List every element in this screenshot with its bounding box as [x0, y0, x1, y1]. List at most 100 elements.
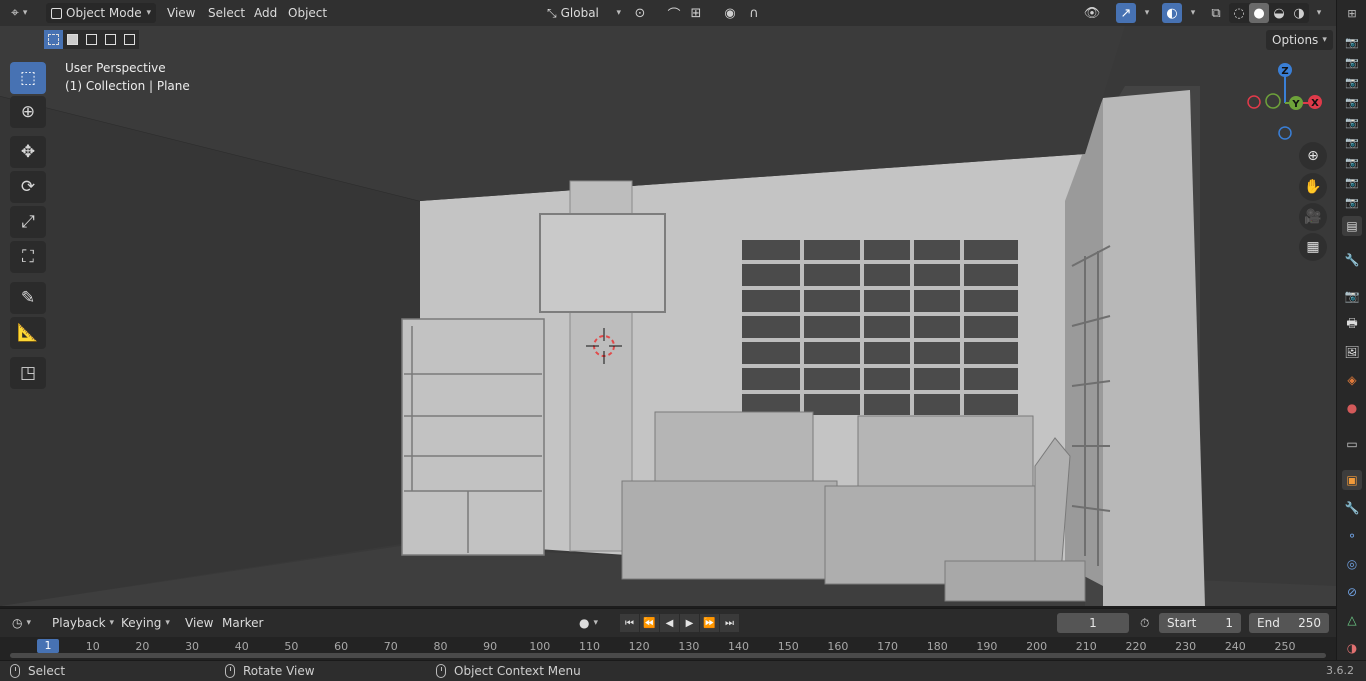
tool-properties-icon[interactable]: 🔧: [1342, 250, 1362, 270]
play-reverse-button[interactable]: ◀: [660, 614, 679, 632]
annotate-tool[interactable]: ✎: [10, 282, 46, 314]
timeline-ruler[interactable]: 1 10 20 30 40 50 60 70 80 90 100 110 120 130 140 150 160…: [0, 637, 1336, 661]
ruler-tick-label: 10: [85, 640, 100, 653]
menu-view[interactable]: View: [162, 3, 200, 23]
ruler-tick-label: 50: [284, 640, 299, 653]
outliner-filter-icon[interactable]: ⊞: [1344, 5, 1360, 21]
menu-object[interactable]: Object: [283, 3, 332, 23]
camera-restrict-icon[interactable]: 📷: [1344, 74, 1360, 90]
proportional-edit-icon[interactable]: ◉: [720, 3, 740, 23]
collection-label: (1) Collection | Plane: [65, 79, 190, 93]
jump-end-button[interactable]: ⏭: [720, 614, 739, 632]
menu-select[interactable]: Select: [203, 3, 250, 23]
editor-type-button[interactable]: ⌖ ▾: [6, 3, 32, 23]
menu-add[interactable]: Add: [249, 3, 282, 23]
ruler-tick-label: 80: [433, 640, 448, 653]
jump-keyframe-forward-button[interactable]: ⏩: [700, 614, 719, 632]
current-frame-field[interactable]: 1: [1057, 613, 1129, 633]
ruler-tick-label: 40: [234, 640, 249, 653]
gizmo-toggle-icon[interactable]: ↗: [1116, 3, 1136, 23]
constraints-icon[interactable]: ⊘: [1342, 582, 1362, 602]
render-properties-icon[interactable]: 📷: [1342, 286, 1362, 306]
x-axis-label: X: [1311, 98, 1319, 109]
camera-restrict-icon[interactable]: 📷: [1344, 94, 1360, 110]
select-intersect-icon[interactable]: [120, 30, 139, 49]
snap-toggle-icon[interactable]: ⌒: [664, 3, 684, 23]
jump-keyframe-back-button[interactable]: ⏪: [640, 614, 659, 632]
status-rotate-label: Rotate View: [243, 664, 315, 678]
data-properties-icon[interactable]: △: [1342, 610, 1362, 630]
add-cube-tool[interactable]: ◳: [10, 357, 46, 389]
overlays-toggle-icon[interactable]: ◐: [1162, 3, 1182, 23]
select-subtract-icon[interactable]: [82, 30, 101, 49]
camera-restrict-icon[interactable]: 📷: [1344, 54, 1360, 70]
collection-properties-icon[interactable]: ▭: [1342, 434, 1362, 454]
camera-restrict-icon[interactable]: 📷: [1344, 154, 1360, 170]
rotate-tool[interactable]: ⟳: [10, 171, 46, 203]
wireframe-shading-icon[interactable]: ◌: [1229, 3, 1249, 23]
select-box-icon: ⬚: [19, 68, 37, 88]
scale-tool[interactable]: ⤢: [10, 206, 46, 238]
snap-target-icon[interactable]: ⊞: [686, 3, 706, 23]
select-extend-icon[interactable]: [63, 30, 82, 49]
version-label: 3.6.2: [1326, 664, 1354, 677]
gizmo-options-icon[interactable]: ▾: [1137, 3, 1157, 23]
measure-tool[interactable]: 📐: [10, 317, 46, 349]
particles-icon[interactable]: ⚬: [1342, 526, 1362, 546]
auto-key-toggle[interactable]: ● ▾: [575, 613, 602, 633]
record-icon: ●: [579, 616, 590, 630]
material-shading-icon[interactable]: ◒: [1269, 3, 1289, 23]
material-properties-icon[interactable]: ◑: [1342, 638, 1362, 658]
zoom-button[interactable]: ⊕: [1299, 142, 1327, 170]
properties-editor-icon[interactable]: ▤: [1342, 216, 1362, 236]
mode-dropdown[interactable]: Object Mode ▾: [46, 3, 156, 23]
navigation-gizmo[interactable]: Z X Y: [1240, 58, 1330, 148]
transform-tool[interactable]: ⛶: [10, 241, 46, 273]
camera-view-button[interactable]: 🎥: [1299, 203, 1327, 231]
keying-menu[interactable]: Keying ▾: [117, 613, 174, 633]
xray-toggle-icon[interactable]: ⧉: [1206, 3, 1226, 23]
marker-menu[interactable]: Marker: [218, 613, 267, 633]
physics-icon[interactable]: ◎: [1342, 554, 1362, 574]
cursor-tool[interactable]: ⊕: [10, 96, 46, 128]
view-layer-icon[interactable]: 🖼: [1342, 342, 1362, 362]
solid-shading-icon[interactable]: ●: [1249, 3, 1269, 23]
start-frame-field[interactable]: Start 1: [1159, 613, 1241, 633]
orientation-dropdown[interactable]: ⤡ Global ▾: [542, 3, 626, 23]
modifier-properties-icon[interactable]: 🔧: [1342, 498, 1362, 518]
ortho-toggle-button[interactable]: ▦: [1299, 233, 1327, 261]
playback-menu[interactable]: Playback ▾: [48, 613, 118, 633]
select-box-tool[interactable]: ⬚: [10, 62, 46, 94]
end-frame-field[interactable]: End 250: [1249, 613, 1329, 633]
shading-options-icon[interactable]: ▾: [1309, 3, 1329, 23]
output-properties-icon[interactable]: 🖶: [1342, 314, 1362, 334]
world-properties-icon[interactable]: ●: [1342, 398, 1362, 418]
scale-icon: ⤢: [21, 212, 35, 232]
pan-button[interactable]: ✋: [1299, 173, 1327, 201]
jump-start-button[interactable]: ⏮: [620, 614, 639, 632]
3d-viewport[interactable]: User Perspective (1) Collection | Plane …: [0, 26, 1336, 606]
object-properties-icon[interactable]: ▣: [1342, 470, 1362, 490]
camera-restrict-icon[interactable]: 📷: [1344, 194, 1360, 210]
timeline-editor-type[interactable]: ◷ ▾: [8, 613, 35, 633]
camera-restrict-icon[interactable]: 📷: [1344, 174, 1360, 190]
options-dropdown[interactable]: Options ▾: [1266, 30, 1333, 50]
current-frame-marker[interactable]: 1: [37, 639, 59, 653]
timeline-view-menu[interactable]: View: [181, 613, 217, 633]
visibility-icon[interactable]: 👁: [1082, 3, 1102, 23]
rendered-shading-icon[interactable]: ◑: [1289, 3, 1309, 23]
move-tool[interactable]: ✥: [10, 136, 46, 168]
timeline-scrollbar[interactable]: [10, 653, 1326, 658]
camera-restrict-icon[interactable]: 📷: [1344, 114, 1360, 130]
camera-restrict-icon[interactable]: 📷: [1344, 34, 1360, 50]
preview-range-toggle[interactable]: ⏱: [1136, 613, 1153, 633]
pivot-point-icon[interactable]: ⊙: [630, 3, 650, 23]
overlays-options-icon[interactable]: ▾: [1183, 3, 1203, 23]
y-axis-label: Y: [1291, 99, 1300, 110]
scene-properties-icon[interactable]: ◈: [1342, 370, 1362, 390]
play-button[interactable]: ▶: [680, 614, 699, 632]
select-new-icon[interactable]: [44, 30, 63, 49]
camera-restrict-icon[interactable]: 📷: [1344, 134, 1360, 150]
falloff-icon[interactable]: ∩: [744, 3, 764, 23]
select-invert-icon[interactable]: [101, 30, 120, 49]
